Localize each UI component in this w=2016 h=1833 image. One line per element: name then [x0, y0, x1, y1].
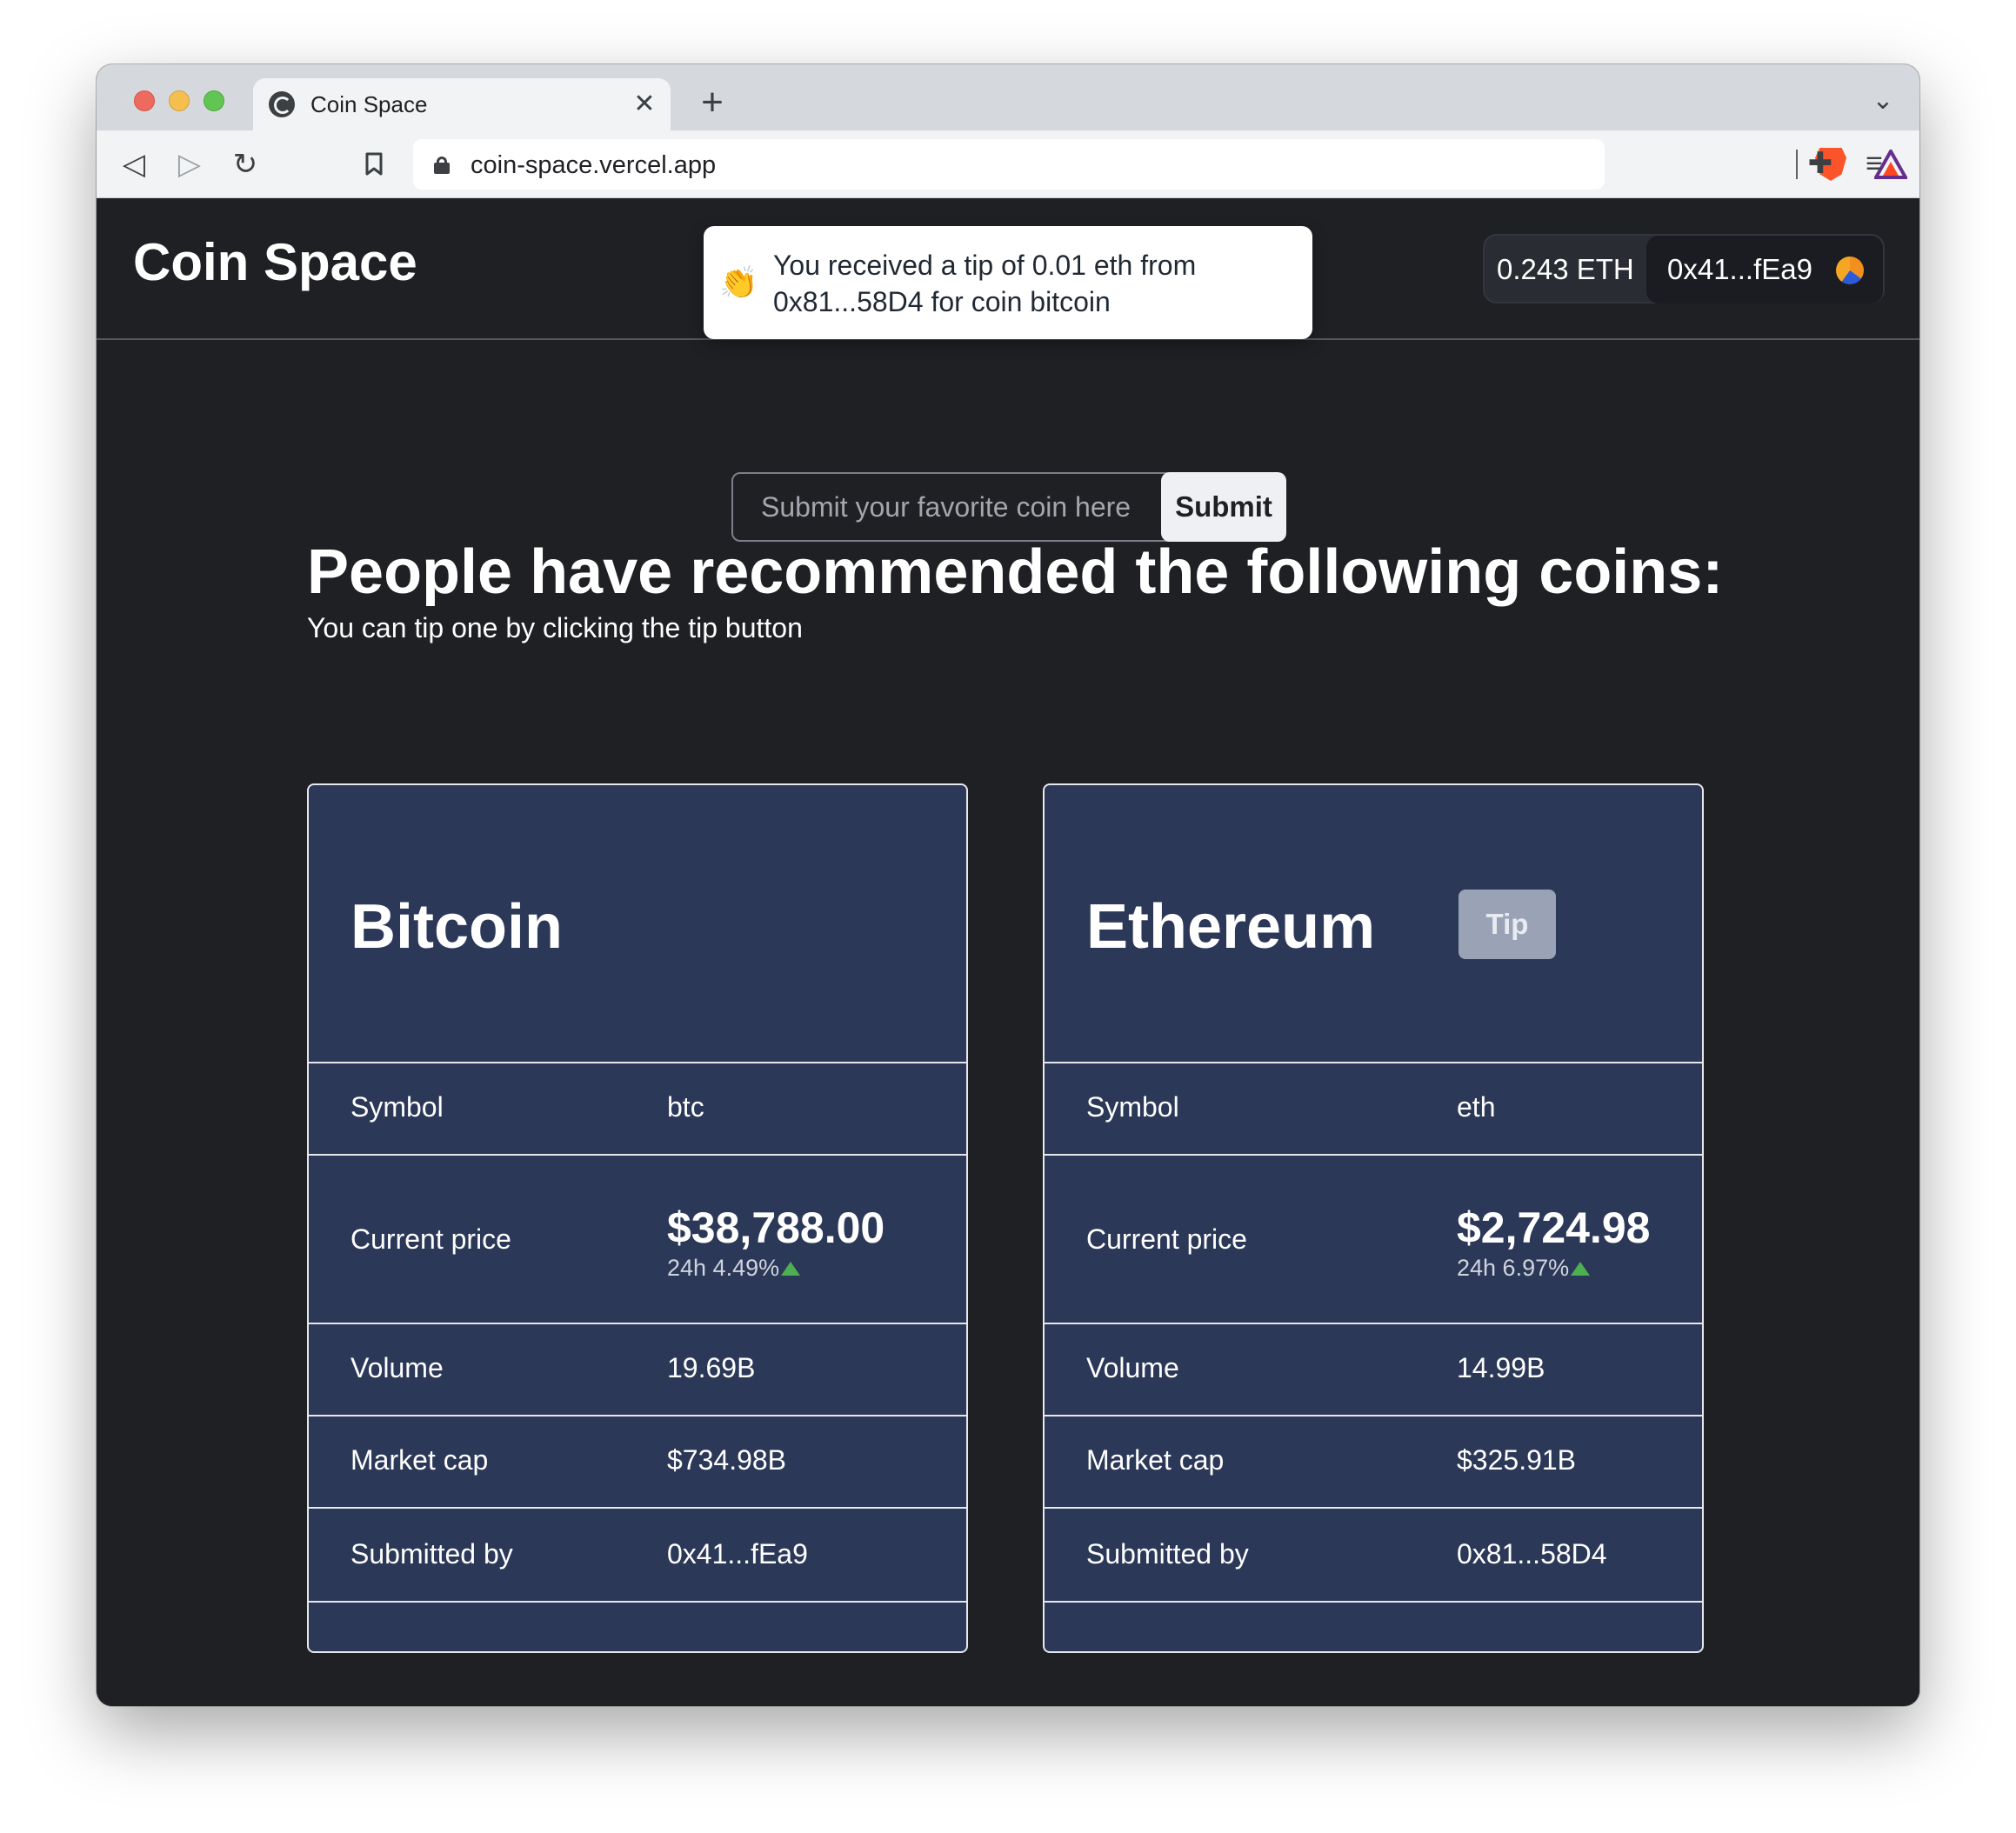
page-subheading: You can tip one by clicking the tip butt… — [307, 612, 803, 643]
globe-icon — [269, 91, 295, 117]
submitted-by-label: Submitted by — [1086, 1538, 1249, 1570]
price-change: 24h 4.49% — [667, 1255, 801, 1282]
minimize-window-button[interactable] — [169, 90, 190, 111]
site-title[interactable]: Coin Space — [133, 232, 417, 292]
browser-toolbar: ◁ ▷ ↻ coin-space.vercel.app ✚ ≡ — [97, 130, 1919, 198]
bookmark-icon[interactable] — [352, 143, 396, 186]
coin-input[interactable] — [731, 472, 1184, 542]
lock-icon — [434, 157, 450, 174]
volume-label: Volume — [350, 1352, 444, 1383]
new-tab-button[interactable]: + — [688, 78, 737, 127]
price-label: Current price — [1086, 1223, 1247, 1255]
market-cap-value: $734.98B — [667, 1444, 787, 1476]
url-text: coin-space.vercel.app — [471, 151, 717, 179]
symbol-label: Symbol — [350, 1091, 444, 1123]
market-cap-value: $325.91B — [1457, 1444, 1577, 1476]
page-content: Coin Space 0.243 ETH 0x41...fEa9 👏 You r… — [97, 199, 1919, 1706]
price-change-text: 24h 6.97% — [1457, 1255, 1570, 1281]
volume-row: Volume 19.69B — [309, 1324, 966, 1416]
wallet-address: 0x41...fEa9 — [1667, 253, 1812, 285]
price-value: $2,724.98 — [1457, 1203, 1651, 1252]
card-header: Bitcoin — [309, 785, 966, 1063]
tab-title: Coin Space — [310, 90, 428, 117]
reload-button[interactable]: ↻ — [224, 143, 267, 186]
symbol-value: btc — [667, 1091, 704, 1123]
chevron-down-icon[interactable]: ⌄ — [1866, 83, 1900, 118]
menu-icon[interactable]: ≡ — [1855, 144, 1893, 183]
price-label: Current price — [350, 1223, 511, 1255]
submitted-by-value: 0x81...58D4 — [1457, 1538, 1607, 1570]
page-heading: People have recommended the following co… — [307, 537, 1724, 607]
wallet-account-button[interactable]: 0x41...fEa9 — [1646, 236, 1883, 303]
tab-coin-space[interactable]: Coin Space ✕ — [253, 78, 671, 130]
tip-notification-toast: 👏 You received a tip of 0.01 eth from 0x… — [704, 226, 1312, 339]
price-row: Current price $2,724.98 24h 6.97% — [1045, 1156, 1702, 1324]
market-cap-row: Market cap $325.91B — [1045, 1416, 1702, 1509]
close-window-button[interactable] — [134, 90, 155, 111]
back-button[interactable]: ◁ — [112, 143, 156, 186]
price-change: 24h 6.97% — [1457, 1255, 1591, 1282]
tab-strip: Coin Space ✕ + ⌄ — [97, 64, 1919, 130]
forward-button[interactable]: ▷ — [168, 143, 211, 186]
wallet-balance: 0.243 ETH — [1497, 253, 1634, 285]
symbol-label: Symbol — [1086, 1091, 1179, 1123]
up-arrow-icon — [781, 1262, 801, 1276]
up-arrow-icon — [1571, 1262, 1591, 1276]
symbol-row: Symbol eth — [1045, 1063, 1702, 1156]
submit-button[interactable]: Submit — [1161, 472, 1286, 542]
symbol-row: Symbol btc — [309, 1063, 966, 1156]
market-cap-label: Market cap — [350, 1444, 489, 1476]
price-row: Current price $38,788.00 24h 4.49% — [309, 1156, 966, 1324]
tip-button[interactable]: Tip — [1459, 890, 1556, 959]
clapping-hands-icon: 👏 — [719, 264, 758, 300]
submitted-by-value: 0x41...fEa9 — [667, 1538, 808, 1570]
symbol-value: eth — [1457, 1091, 1496, 1123]
submitted-by-row: Submitted by 0x41...fEa9 — [309, 1509, 966, 1603]
coin-name: Ethereum — [1086, 892, 1376, 962]
submitted-by-label: Submitted by — [350, 1538, 513, 1570]
volume-label: Volume — [1086, 1352, 1179, 1383]
volume-row: Volume 14.99B — [1045, 1324, 1702, 1416]
volume-value: 14.99B — [1457, 1352, 1545, 1383]
market-cap-row: Market cap $734.98B — [309, 1416, 966, 1509]
price-change-text: 24h 4.49% — [667, 1255, 780, 1281]
browser-window: Coin Space ✕ + ⌄ ◁ ▷ ↻ coin-space.vercel… — [97, 64, 1919, 1706]
submit-coin-form: Submit — [731, 472, 1286, 542]
submitted-by-row: Submitted by 0x81...58D4 — [1045, 1509, 1702, 1603]
wallet-widget[interactable]: 0.243 ETH 0x41...fEa9 — [1483, 234, 1885, 303]
coin-name: Bitcoin — [350, 892, 563, 962]
extensions-icon[interactable]: ✚ — [1801, 144, 1839, 183]
coin-card-ethereum: Ethereum Tip Symbol eth Current price $2… — [1043, 783, 1704, 1653]
market-cap-label: Market cap — [1086, 1444, 1225, 1476]
coin-card-bitcoin: Bitcoin Symbol btc Current price $38,788… — [307, 783, 968, 1653]
close-icon[interactable]: ✕ — [629, 89, 660, 120]
price-value: $38,788.00 — [667, 1203, 885, 1252]
card-header: Ethereum Tip — [1045, 785, 1702, 1063]
toast-message: You received a tip of 0.01 eth from 0x81… — [773, 250, 1197, 317]
maximize-window-button[interactable] — [204, 90, 224, 111]
volume-value: 19.69B — [667, 1352, 756, 1383]
avatar — [1836, 257, 1864, 284]
divider — [1796, 150, 1798, 179]
address-bar[interactable]: coin-space.vercel.app — [413, 139, 1909, 190]
